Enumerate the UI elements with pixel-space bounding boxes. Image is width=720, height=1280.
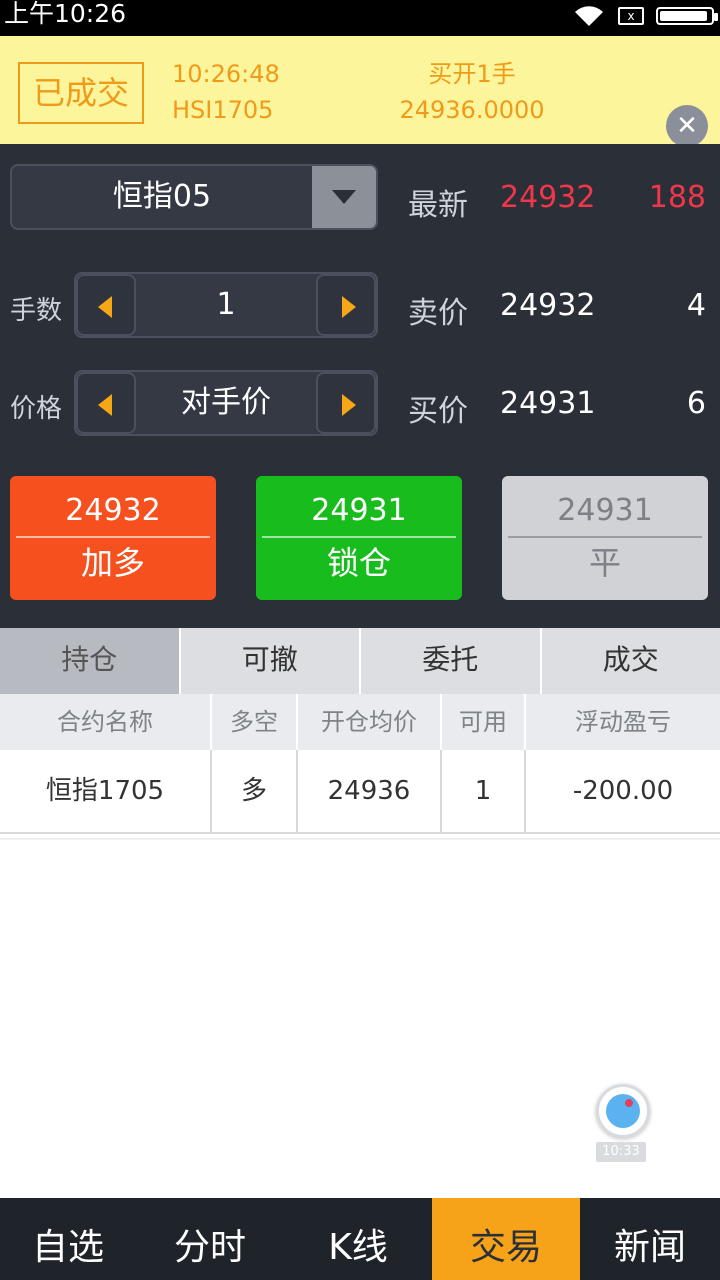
price-stepper: 对手价 bbox=[74, 370, 378, 436]
cell-avg-open-price: 24936 bbox=[298, 750, 442, 832]
lock-position-button[interactable]: 24931 锁仓 bbox=[256, 476, 462, 600]
nav-intraday[interactable]: 分时 bbox=[136, 1198, 284, 1280]
status-icons: x bbox=[572, 4, 718, 28]
cell-floating-pnl: -200.00 bbox=[572, 776, 674, 806]
filled-badge: 已成交 bbox=[18, 62, 144, 124]
wifi-icon bbox=[575, 6, 603, 26]
col-floating-pnl: 浮动盈亏 bbox=[575, 708, 671, 736]
col-contract-name: 合约名称 bbox=[0, 694, 212, 750]
tab-positions[interactable]: 持仓 bbox=[0, 628, 181, 694]
qty-value[interactable]: 1 bbox=[136, 274, 316, 336]
notice-time-symbol: 10:26:48 HSI1705 bbox=[172, 56, 280, 128]
positions-table-header: 合约名称 多空 开仓均价 可用 浮动盈亏 bbox=[0, 694, 720, 750]
price-label: 价格 bbox=[10, 394, 63, 424]
notice-time: 10:26:48 bbox=[172, 60, 280, 88]
divider bbox=[0, 838, 720, 840]
price-type-value[interactable]: 对手价 bbox=[136, 372, 316, 434]
close-icon[interactable]: ✕ bbox=[666, 105, 708, 147]
contract-select-label: 恒指05 bbox=[112, 179, 212, 214]
notice-action-price: 买开1手 24936.0000 bbox=[398, 56, 546, 128]
notice-price: 24936.0000 bbox=[399, 96, 545, 124]
bottom-nav: 自选 分时 K线 交易 新闻 bbox=[0, 1198, 720, 1280]
qty-increase-button[interactable] bbox=[316, 274, 376, 336]
col-available: 可用 bbox=[442, 694, 526, 750]
price-increase-button[interactable] bbox=[316, 372, 376, 434]
chevron-down-icon[interactable] bbox=[312, 166, 376, 228]
add-long-label: 加多 bbox=[80, 544, 145, 582]
lock-position-price: 24931 bbox=[262, 476, 456, 538]
latest-label: 最新 bbox=[408, 188, 468, 223]
qty-label: 手数 bbox=[10, 296, 63, 326]
notice-action: 买开1手 bbox=[428, 60, 516, 88]
cell-available: 1 bbox=[442, 750, 526, 832]
battery-icon bbox=[656, 7, 718, 25]
nav-kline[interactable]: K线 bbox=[284, 1198, 432, 1280]
nav-watchlist[interactable]: 自选 bbox=[0, 1198, 136, 1280]
status-time: 上午10:26 bbox=[4, 0, 127, 28]
trade-panel: 恒指05 最新 24932 188 手数 1 卖价 24932 4 价格 对手价… bbox=[0, 144, 720, 628]
cell-contract-name: 恒指1705 bbox=[0, 750, 212, 832]
ask-label: 卖价 bbox=[408, 296, 468, 331]
notice-symbol: HSI1705 bbox=[172, 96, 274, 124]
close-position-price: 24931 bbox=[508, 476, 702, 538]
close-position-button[interactable]: 24931 平 bbox=[502, 476, 708, 600]
add-long-button[interactable]: 24932 加多 bbox=[10, 476, 216, 600]
bid-qty: 6 bbox=[686, 386, 706, 421]
lock-position-label: 锁仓 bbox=[326, 544, 391, 582]
qty-stepper: 1 bbox=[74, 272, 378, 338]
col-avg-open-price: 开仓均价 bbox=[298, 694, 442, 750]
close-position-label: 平 bbox=[588, 544, 621, 582]
qty-decrease-button[interactable] bbox=[76, 274, 136, 336]
contract-select[interactable]: 恒指05 bbox=[10, 164, 378, 230]
sim-icon: x bbox=[618, 7, 644, 25]
price-decrease-button[interactable] bbox=[76, 372, 136, 434]
status-bar: 上午10:26 x bbox=[0, 0, 720, 36]
bid-price: 24931 bbox=[500, 386, 596, 421]
cell-direction: 多 bbox=[212, 750, 298, 832]
ask-price: 24932 bbox=[500, 288, 596, 323]
ask-qty: 4 bbox=[686, 288, 706, 323]
nav-trade[interactable]: 交易 bbox=[432, 1198, 580, 1280]
record-time: 10:33 bbox=[596, 1142, 646, 1162]
nav-news[interactable]: 新闻 bbox=[580, 1198, 720, 1280]
col-direction: 多空 bbox=[212, 694, 298, 750]
screen-record-icon[interactable] bbox=[596, 1084, 650, 1138]
latest-change: 188 bbox=[648, 180, 706, 215]
trade-notification-banner: 已成交 10:26:48 HSI1705 买开1手 24936.0000 ✕ bbox=[0, 36, 720, 147]
tab-cancelable[interactable]: 可撤 bbox=[181, 628, 361, 694]
bid-label: 买价 bbox=[408, 394, 468, 429]
table-row[interactable]: 恒指1705 多 24936 1 -200.00 bbox=[0, 750, 720, 834]
position-tabs: 持仓 可撤 委托 成交 bbox=[0, 628, 720, 694]
add-long-price: 24932 bbox=[16, 476, 210, 538]
tab-fills[interactable]: 成交 bbox=[542, 628, 720, 694]
latest-price: 24932 bbox=[500, 180, 596, 215]
tab-orders[interactable]: 委托 bbox=[361, 628, 542, 694]
